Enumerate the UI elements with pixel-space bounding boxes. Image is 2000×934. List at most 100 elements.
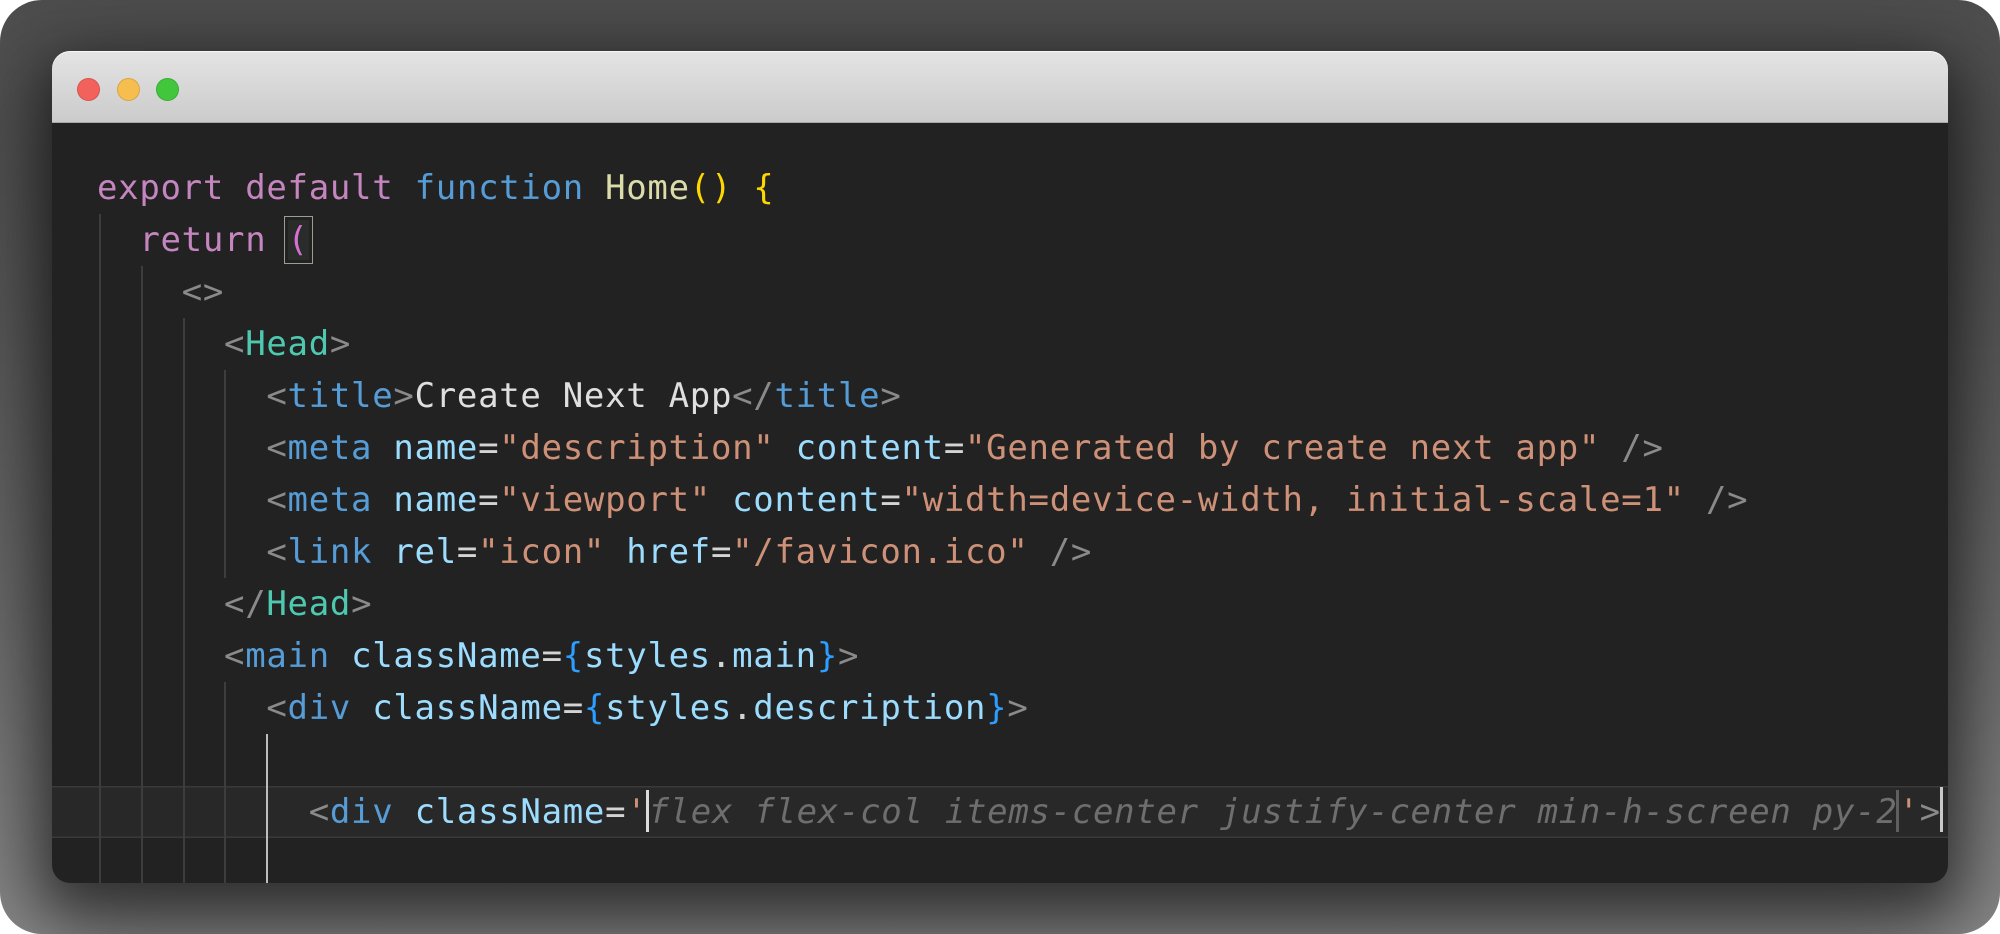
code-token: = [478,480,499,520]
code-line-9[interactable]: </Head> [52,578,1948,630]
code-token: div [288,688,352,728]
code-token: main [732,636,817,676]
code-token [97,636,224,676]
code-token: = [563,688,584,728]
code-token: /> [1050,532,1092,572]
code-token [774,428,795,468]
code-token: meta [288,428,373,468]
code-token: < [224,324,245,364]
code-token: } [986,688,1007,728]
code-token: href [626,532,711,572]
code-token [605,532,626,572]
code-token: "/favicon.ico" [732,532,1028,572]
code-token [97,584,224,624]
code-line-6[interactable]: <meta name="description" content="Genera… [52,422,1948,474]
code-token [732,168,753,208]
code-token: "Generated by create next app" [965,428,1600,468]
desktop-background: export default function Home() { return … [0,0,2000,934]
current-code-line[interactable]: <div className='flex flex-col items-cent… [52,786,1948,838]
line-end-cursor [1940,787,1944,832]
code-line-2[interactable]: return ( [52,214,1948,266]
code-token: "description" [499,428,774,468]
minimize-button[interactable] [117,78,140,101]
code-token: < [309,792,330,832]
code-token: return [97,220,288,260]
code-token: = [542,636,563,676]
code-token: > [1920,792,1941,832]
code-token: = [457,532,478,572]
code-token: link [288,532,373,572]
code-token: "viewport" [499,480,711,520]
code-token: title [288,376,394,416]
code-token [97,480,266,520]
code-token [372,532,393,572]
code-token: function [415,168,584,208]
code-token: div [330,792,394,832]
code-token [1685,480,1706,520]
code-token: </ [732,376,774,416]
code-token: = [605,792,626,832]
code-token: = [711,532,732,572]
code-token: styles [584,636,711,676]
code-editor[interactable]: export default function Home() { return … [52,123,1948,883]
zoom-button[interactable] [156,78,179,101]
code-token: { [753,168,774,208]
code-token [711,480,732,520]
code-token [372,428,393,468]
code-token: = [944,428,965,468]
code-token: export default [97,168,393,208]
code-token: Head [266,584,351,624]
code-token: () [690,168,732,208]
code-token: Home [605,168,690,208]
code-token: "width=device-width, initial-scale=1" [902,480,1685,520]
code-token: meta [288,480,373,520]
code-token: content [796,428,944,468]
code-token [97,792,309,832]
code-token: . [711,636,732,676]
copilot-ghost-text: flex flex-col items-center justify-cente… [648,792,1897,832]
code-token [351,688,372,728]
code-token: main [245,636,330,676]
window-titlebar[interactable] [52,51,1948,123]
code-token: = [880,480,901,520]
code-line-4[interactable]: <Head> [52,318,1948,370]
code-token [97,532,266,572]
code-token: > [838,636,859,676]
code-lines: export default function Home() { return … [52,123,1948,883]
code-token: ' [626,792,647,832]
code-line-12[interactable] [52,734,1948,786]
code-token: </ [224,584,266,624]
code-token [97,376,266,416]
code-token: > [351,584,372,624]
code-token: description [753,688,986,728]
code-token: . [732,688,753,728]
code-token: styles [605,688,732,728]
code-token: { [584,688,605,728]
code-token: ' [1898,792,1919,832]
close-button[interactable] [77,78,100,101]
code-token: > [330,324,351,364]
code-token: < [266,376,287,416]
code-token: /> [1621,428,1663,468]
code-token [97,688,266,728]
code-line-5[interactable]: <title>Create Next App</title> [52,370,1948,422]
code-token: title [774,376,880,416]
code-token: name [393,480,478,520]
code-line-1[interactable]: export default function Home() { [52,162,1948,214]
code-line-11[interactable]: <div className={styles.description}> [52,682,1948,734]
code-token: = [478,428,499,468]
code-line-3[interactable]: <> [52,266,1948,318]
code-token: { [563,636,584,676]
code-token: content [732,480,880,520]
code-token: className [415,792,606,832]
code-token: } [817,636,838,676]
code-token: > [393,376,414,416]
code-line-10[interactable]: <main className={styles.main}> [52,630,1948,682]
code-line-8[interactable]: <link rel="icon" href="/favicon.ico" /> [52,526,1948,578]
code-token: <> [182,272,224,312]
code-token: > [1007,688,1028,728]
code-token: < [266,480,287,520]
code-line-7[interactable]: <meta name="viewport" content="width=dev… [52,474,1948,526]
code-token: > [880,376,901,416]
code-token [393,168,414,208]
